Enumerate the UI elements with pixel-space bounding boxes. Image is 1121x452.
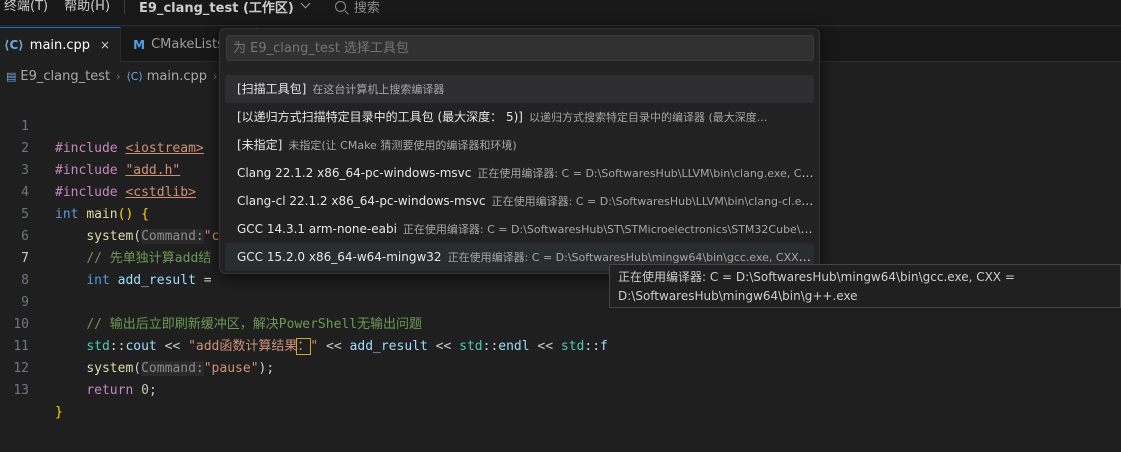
punctuation: } [55,405,63,420]
return-keyword: return [86,383,134,398]
option-description: 正在使用编译器: C = D:\SoftwaresHub\mingw64\bin… [447,251,814,264]
option-label: [扫描工具包] [237,82,307,96]
option-description: 未指定(让 CMake 猜测要使用的编译器和环境) [288,139,517,152]
close-icon[interactable]: × [100,38,110,52]
line-number: 13 [13,383,29,398]
kit-option-clang-cl[interactable]: Clang-cl 22.1.2 x86_64-pc-windows-msvc 正在… [225,187,814,215]
quick-pick-list: [扫描工具包] 在这台计算机上搜索编译器 [以递归方式扫描特定目录中的工具包 (最… [225,75,814,271]
tooltip-line: D:\SoftwaresHub\mingw64\bin\g++.exe [618,289,858,303]
option-label: [以递归方式扫描特定目录中的工具包 (最大深度： 5)] [237,110,523,124]
option-tooltip: 正在使用编译器: C = D:\SoftwaresHub\mingw64\bin… [609,264,1121,308]
cmake-file-icon: M [133,37,146,52]
cpp-file-icon: ⟨C⟩ [126,69,143,83]
workspace-title[interactable]: E9_clang_test (工作区) [131,0,300,16]
command-center-search[interactable]: 搜索 [334,0,380,16]
option-label: GCC 14.3.1 arm-none-eabi [237,222,397,236]
tab-label: main.cpp [29,37,91,53]
code-line: 11 system(Command:"pause"); [0,314,1121,376]
cpp-file-icon: ⟨C⟩ [4,38,24,52]
option-description: 以递归方式搜索特定目录中的编译器 (最大深度... [529,111,768,124]
option-label: Clang-cl 22.1.2 x86_64-pc-windows-msvc [237,194,486,208]
option-label: [未指定] [237,138,283,152]
breadcrumb-file[interactable]: main.cpp [147,69,207,84]
breadcrumb-folder[interactable]: E9_clang_test [20,69,110,84]
kit-option-scan[interactable]: [扫描工具包] 在这台计算机上搜索编译器 [225,75,814,103]
menu-terminal[interactable]: 终端(T) [0,0,56,14]
title-separator [124,0,126,14]
option-description: 正在使用编译器: C = D:\SoftwaresHub\ST\STMicroe… [402,223,814,236]
chevron-right-icon: › [116,69,121,83]
tab-main-cpp[interactable]: ⟨C⟩ main.cpp × [0,27,122,62]
kit-option-scan-recursive[interactable]: [以递归方式扫描特定目录中的工具包 (最大深度： 5)] 以递归方式搜索特定目录中… [225,103,814,131]
code-line: 12 return 0; [0,336,1121,398]
code-line: 13 } [0,358,1121,420]
kit-quick-pick: [扫描工具包] 在这台计算机上搜索编译器 [以递归方式扫描特定目录中的工具包 (最… [219,28,820,274]
title-bar: 终端(T) 帮助(H) E9_clang_test (工作区) 搜索 [0,0,1121,26]
kit-option-clang[interactable]: Clang 22.1.2 x86_64-pc-windows-msvc 正在使用编… [225,159,814,187]
search-label: 搜索 [353,1,380,16]
search-icon [334,1,346,12]
chevron-down-icon[interactable] [300,0,311,9]
folder-icon: ▤ [6,69,17,83]
menu-help[interactable]: 帮助(H) [56,0,118,14]
quick-pick-input[interactable] [226,35,814,61]
number-literal: 0 [141,383,149,398]
kit-option-unspecified[interactable]: [未指定] 未指定(让 CMake 猜测要使用的编译器和环境) [225,131,814,159]
kit-option-gcc-arm[interactable]: GCC 14.3.1 arm-none-eabi 正在使用编译器: C = D:\… [225,215,814,243]
tooltip-line: 正在使用编译器: C = D:\SoftwaresHub\mingw64\bin… [618,270,1015,284]
option-label: GCC 15.2.0 x86_64-w64-mingw32 [237,250,442,264]
option-label: Clang 22.1.2 x86_64-pc-windows-msvc [237,166,472,180]
option-description: 正在使用编译器: C = D:\SoftwaresHub\LLVM\bin\cl… [491,195,814,208]
option-description: 正在使用编译器: C = D:\SoftwaresHub\LLVM\bin\cl… [477,167,814,180]
option-description: 在这台计算机上搜索编译器 [312,83,445,96]
breadcrumb: ▤ E9_clang_test › ⟨C⟩ main.cpp › ◈ r [0,63,241,89]
chevron-right-icon: › [213,69,218,83]
